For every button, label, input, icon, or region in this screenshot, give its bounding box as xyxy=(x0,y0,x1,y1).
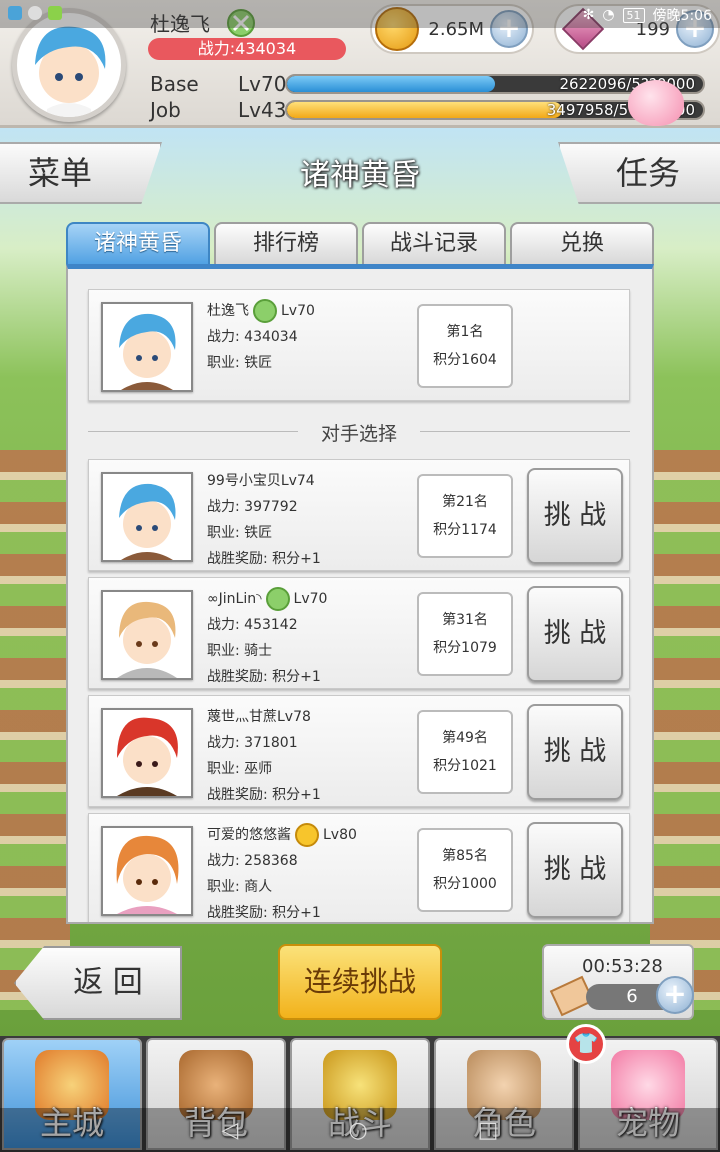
opponent-divider: 对手选择 xyxy=(88,419,630,445)
base-level: Lv70 xyxy=(238,72,287,96)
base-label: Base xyxy=(150,72,199,96)
self-name: 杜逸飞 xyxy=(207,303,249,319)
continuous-challenge-button[interactable]: 连续挑战 xyxy=(278,944,442,1020)
opponent-info: ∞JinLin◝ Lv70 战力: 453142 职业: 骑士 战胜奖励: 积分+… xyxy=(207,586,327,690)
challenge-button[interactable]: 挑 战 xyxy=(527,586,623,682)
home-icon[interactable]: ○ xyxy=(348,1118,367,1143)
opponent-rank: 第21名 xyxy=(442,494,488,510)
opponent-card: 可爱的悠悠酱 Lv80 战力: 258368 职业: 商人 战胜奖励: 积分+1 … xyxy=(88,813,630,922)
tab-leaderboard[interactable]: 排行榜 xyxy=(214,222,358,266)
opponent-portrait xyxy=(101,472,193,562)
notification-icon xyxy=(28,6,42,20)
opponent-card: 99号小宝贝Lv74 战力: 397792 职业: 铁匠 战胜奖励: 积分+1 … xyxy=(88,459,630,571)
tab-battle-log[interactable]: 战斗记录 xyxy=(362,222,506,266)
opponent-portrait xyxy=(101,590,193,680)
challenge-button[interactable]: 挑 战 xyxy=(527,468,623,564)
self-rank-box: 第1名 积分1604 xyxy=(417,304,513,388)
opponent-name: 蔑世灬甘蔗Lv78 xyxy=(207,709,311,725)
opponent-reward: 战胜奖励: 积分+1 xyxy=(207,787,321,803)
android-nav-bar: ◁ ○ □ xyxy=(0,1108,720,1152)
job-level-row: Job Lv43 xyxy=(150,98,286,122)
clock: 傍晚5:06 xyxy=(652,8,712,24)
guild-badge-icon xyxy=(265,587,290,611)
poring-pet-icon[interactable] xyxy=(628,80,684,126)
opponent-rank-box: 第49名 积分1021 xyxy=(417,710,513,794)
self-card: 杜逸飞 Lv70 战力: 434034 职业: 铁匠 第1名 积分1604 xyxy=(88,289,630,401)
recents-icon[interactable]: □ xyxy=(478,1118,499,1143)
app-icon xyxy=(8,6,22,20)
opponent-job: 职业: 巫师 xyxy=(207,761,273,777)
opponent-info: 蔑世灬甘蔗Lv78 战力: 371801 职业: 巫师 战胜奖励: 积分+1 xyxy=(207,704,321,808)
opponent-card: 蔑世灬甘蔗Lv78 战力: 371801 职业: 巫师 战胜奖励: 积分+1 第… xyxy=(88,695,630,807)
self-job: 职业: 铁匠 xyxy=(207,355,273,371)
self-info: 杜逸飞 Lv70 战力: 434034 职业: 铁匠 xyxy=(207,298,315,376)
guild-badge-icon xyxy=(295,823,319,847)
system-status-bar: ✻ ◔ 51 傍晚5:06 xyxy=(0,0,720,28)
back-icon[interactable]: ◁ xyxy=(222,1118,239,1143)
ticket-timer-box: 00:53:28 6 + xyxy=(542,944,694,1020)
opponent-job: 职业: 商人 xyxy=(207,879,273,895)
opponent-points: 积分1000 xyxy=(433,876,497,892)
opponent-rank: 第31名 xyxy=(442,612,488,628)
opponent-power: 战力: 258368 xyxy=(207,853,298,869)
opponent-level: Lv80 xyxy=(323,827,357,843)
opponent-rank-box: 第31名 积分1079 xyxy=(417,592,513,676)
opponent-power: 战力: 397792 xyxy=(207,499,298,515)
base-exp-fill xyxy=(287,76,495,92)
town-wall-right xyxy=(650,450,720,1010)
player-power: 战力:434034 xyxy=(148,38,346,60)
tab-ragnarok[interactable]: 诸神黄昏 xyxy=(66,222,210,266)
opponent-points: 积分1079 xyxy=(433,640,497,656)
guild-badge-icon xyxy=(253,299,277,323)
opponent-reward: 战胜奖励: 积分+1 xyxy=(207,551,321,567)
opponent-rank: 第85名 xyxy=(442,848,488,864)
opponent-power: 战力: 453142 xyxy=(207,617,298,633)
add-ticket-button[interactable]: + xyxy=(656,976,694,1014)
town-wall-left xyxy=(0,450,70,1010)
shirt-notification-icon: 👕 xyxy=(566,1024,606,1064)
opponent-card: ∞JinLin◝ Lv70 战力: 453142 职业: 骑士 战胜奖励: 积分+… xyxy=(88,577,630,689)
job-label: Job xyxy=(150,98,181,122)
tab-exchange[interactable]: 兑换 xyxy=(510,222,654,266)
challenge-button[interactable]: 挑 战 xyxy=(527,822,623,918)
quest-button[interactable]: 任务 xyxy=(558,142,720,204)
refill-timer: 00:53:28 xyxy=(582,956,663,977)
tab-bar: 诸神黄昏 排行榜 战斗记录 兑换 xyxy=(66,222,654,266)
self-level: Lv70 xyxy=(281,303,315,319)
opponent-level: Lv70 xyxy=(293,591,328,607)
opponent-portrait xyxy=(101,708,193,798)
opponent-points: 积分1174 xyxy=(433,522,497,538)
opponent-name: 99号小宝贝Lv74 xyxy=(207,473,315,489)
opponent-rank-box: 第21名 积分1174 xyxy=(417,474,513,558)
challenge-button[interactable]: 挑 战 xyxy=(527,704,623,800)
opponent-reward: 战胜奖励: 积分+1 xyxy=(207,905,321,921)
self-points: 积分1604 xyxy=(433,352,497,368)
self-power: 战力: 434034 xyxy=(207,329,298,345)
opponent-job: 职业: 铁匠 xyxy=(207,525,273,541)
back-button[interactable]: 返 回 xyxy=(14,946,182,1020)
app-icon xyxy=(48,6,62,20)
wifi-icon: ◔ xyxy=(602,7,615,23)
opponent-points: 积分1021 xyxy=(433,758,497,774)
self-portrait xyxy=(101,302,193,392)
self-rank: 第1名 xyxy=(446,324,484,340)
battery-icon: 51 xyxy=(622,7,645,23)
opponent-reward: 战胜奖励: 积分+1 xyxy=(207,669,321,685)
opponent-job: 职业: 骑士 xyxy=(207,643,273,659)
opponent-portrait xyxy=(101,826,193,916)
base-level-row: Base Lv70 xyxy=(150,72,286,96)
opponent-name: 可爱的悠悠酱 xyxy=(207,827,291,843)
arena-panel: 杜逸飞 Lv70 战力: 434034 职业: 铁匠 第1名 积分1604 对手选… xyxy=(66,264,654,924)
job-exp-fill xyxy=(287,102,562,118)
bluetooth-icon: ✻ xyxy=(582,7,595,23)
job-level: Lv43 xyxy=(238,98,287,122)
opponent-info: 99号小宝贝Lv74 战力: 397792 职业: 铁匠 战胜奖励: 积分+1 xyxy=(207,468,321,572)
opponent-rank-box: 第85名 积分1000 xyxy=(417,828,513,912)
opponent-info: 可爱的悠悠酱 Lv80 战力: 258368 职业: 商人 战胜奖励: 积分+1 xyxy=(207,822,357,922)
opponent-name: ∞JinLin◝ xyxy=(207,591,262,607)
opponent-power: 战力: 371801 xyxy=(207,735,298,751)
opponent-rank: 第49名 xyxy=(442,730,488,746)
